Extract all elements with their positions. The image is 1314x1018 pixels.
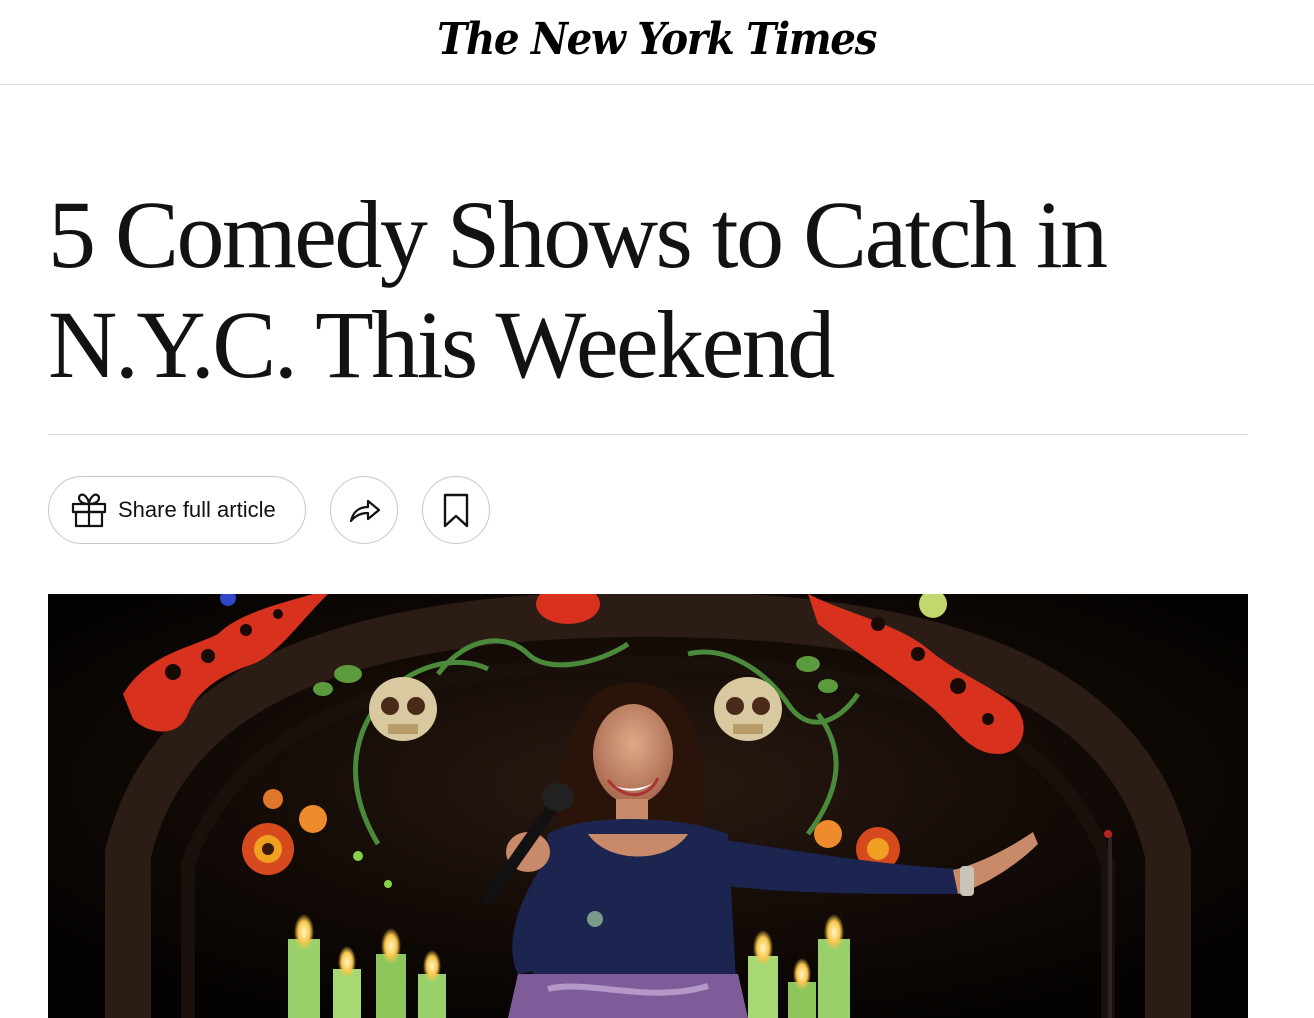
nyt-logo[interactable]: The New York Times (438, 14, 878, 65)
gift-icon (71, 493, 107, 528)
sugar-skull-right (714, 677, 782, 741)
share-button[interactable] (330, 476, 398, 544)
headline-divider (48, 434, 1248, 435)
sugar-skull-left (369, 677, 437, 741)
share-full-article-button[interactable]: Share full article (48, 476, 306, 544)
article-headline: 5 Comedy Shows to Catch in N.Y.C. This W… (48, 181, 1108, 398)
article-actions: Share full article (48, 476, 490, 544)
comedian-on-stage-photo (48, 594, 1248, 1018)
share-full-article-label: Share full article (118, 497, 276, 522)
bookmark-icon (443, 493, 469, 528)
masthead: The New York Times (0, 0, 1314, 85)
save-button[interactable] (422, 476, 490, 544)
hero-image (48, 594, 1248, 1018)
share-arrow-icon (349, 499, 381, 523)
